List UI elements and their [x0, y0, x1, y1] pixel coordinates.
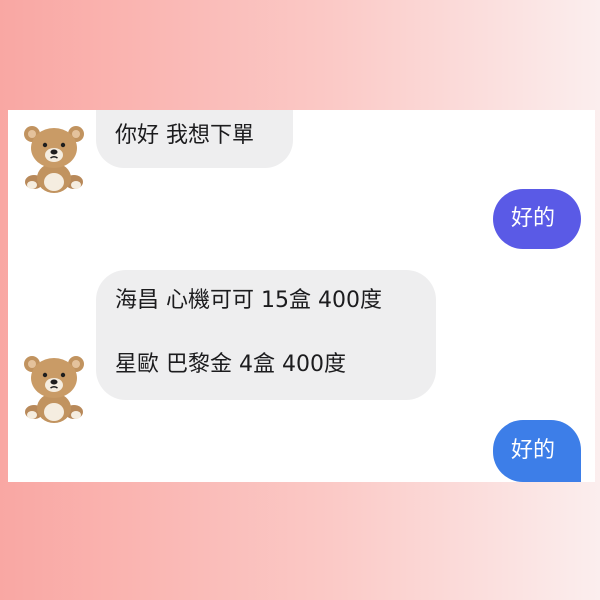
message-line: 星歐 巴黎金 4盒 400度	[115, 352, 346, 377]
message-text: 好的	[511, 438, 556, 463]
message-bubble-outgoing[interactable]: 好的	[493, 189, 581, 249]
message-text: 好的	[511, 206, 556, 231]
message-text: 你好 我想下單	[115, 123, 254, 148]
contact-avatar[interactable]	[22, 124, 86, 200]
message-bubble-outgoing[interactable]: 好的	[493, 420, 581, 482]
message-line: 海昌 心機可可 15盒 400度	[115, 288, 382, 313]
message-bubble-incoming[interactable]: 你好 我想下單	[96, 110, 293, 168]
contact-avatar[interactable]	[22, 354, 86, 430]
message-bubble-incoming[interactable]: 海昌 心機可可 15盒 400度 星歐 巴黎金 4盒 400度	[96, 270, 436, 400]
teddy-bear-icon	[24, 356, 84, 423]
teddy-bear-icon	[24, 126, 84, 193]
chat-panel: 你好 我想下單 好的 海昌 心機可可 15盒 400度 星歐 巴黎金 4盒 40…	[8, 110, 595, 482]
